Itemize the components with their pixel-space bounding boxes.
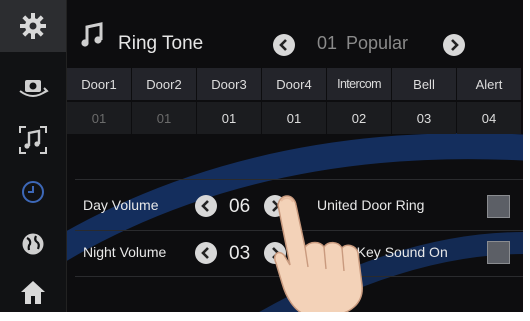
ringtone-cell-door3[interactable]: 01 xyxy=(197,102,261,134)
music-note-icon xyxy=(81,22,103,47)
day-volume-value: 06 xyxy=(229,196,251,217)
column-header: Bell xyxy=(392,68,456,100)
home-icon xyxy=(21,281,45,304)
settings-screen: Ring Tone 01 Popular Door1 Door2 Door3 D… xyxy=(0,0,523,312)
sidebar-item-language[interactable] xyxy=(0,218,66,270)
column-header: Door2 xyxy=(132,68,196,100)
night-volume-label: Night Volume xyxy=(83,244,167,260)
divider xyxy=(75,179,523,180)
clock-icon xyxy=(22,181,44,203)
ringtone-number: 01 xyxy=(317,33,338,53)
sidebar-item-camera[interactable] xyxy=(0,62,66,114)
column-header: Intercom xyxy=(327,68,391,100)
ringtone-cell-bell[interactable]: 03 xyxy=(392,102,456,134)
camera-rotate-icon xyxy=(19,80,49,97)
sidebar xyxy=(0,0,67,312)
gear-icon xyxy=(20,13,46,39)
chevron-left-icon xyxy=(201,200,209,212)
united-door-ring-checkbox[interactable] xyxy=(487,195,510,218)
key-sound-checkbox[interactable] xyxy=(487,241,510,264)
night-volume-decrease-button[interactable] xyxy=(195,242,217,264)
chevron-left-icon xyxy=(279,39,287,51)
column-header: Door4 xyxy=(262,68,326,100)
ringtone-cell-door4[interactable]: 01 xyxy=(262,102,326,134)
sidebar-item-home[interactable] xyxy=(0,266,66,312)
day-volume-label: Day Volume xyxy=(83,197,159,213)
music-note-icon xyxy=(19,126,47,154)
column-header: Door3 xyxy=(197,68,261,100)
sidebar-item-time[interactable] xyxy=(0,166,66,218)
ringtone-cell-intercom[interactable]: 02 xyxy=(327,102,391,134)
previous-ringtone-button[interactable] xyxy=(273,34,295,56)
column-header: Door1 xyxy=(67,68,131,100)
page-title: Ring Tone xyxy=(118,33,204,54)
table-header-row: Door1 Door2 Door3 Door4 Intercom Bell Al… xyxy=(67,68,523,102)
pointing-hand-icon xyxy=(273,195,363,312)
chevron-right-icon xyxy=(451,39,459,51)
table-row: 01 01 01 01 02 03 04 xyxy=(67,102,523,136)
ringtone-cell-door2[interactable]: 01 xyxy=(132,102,196,134)
chevron-left-icon xyxy=(201,247,209,259)
sidebar-item-settings[interactable] xyxy=(0,0,66,52)
ringtone-cell-alert[interactable]: 04 xyxy=(457,102,521,134)
ringtone-cell-door1[interactable]: 01 xyxy=(67,102,131,134)
globe-icon xyxy=(22,233,44,255)
sidebar-item-ringtone[interactable] xyxy=(0,114,66,166)
next-ringtone-button[interactable] xyxy=(443,34,465,56)
ringtone-table: Door1 Door2 Door3 Door4 Intercom Bell Al… xyxy=(67,68,523,136)
ringtone-name: Popular xyxy=(346,33,409,53)
day-volume-decrease-button[interactable] xyxy=(195,195,217,217)
night-volume-value: 03 xyxy=(229,243,251,264)
header: Ring Tone 01 Popular xyxy=(67,0,523,68)
column-header: Alert xyxy=(457,68,521,100)
